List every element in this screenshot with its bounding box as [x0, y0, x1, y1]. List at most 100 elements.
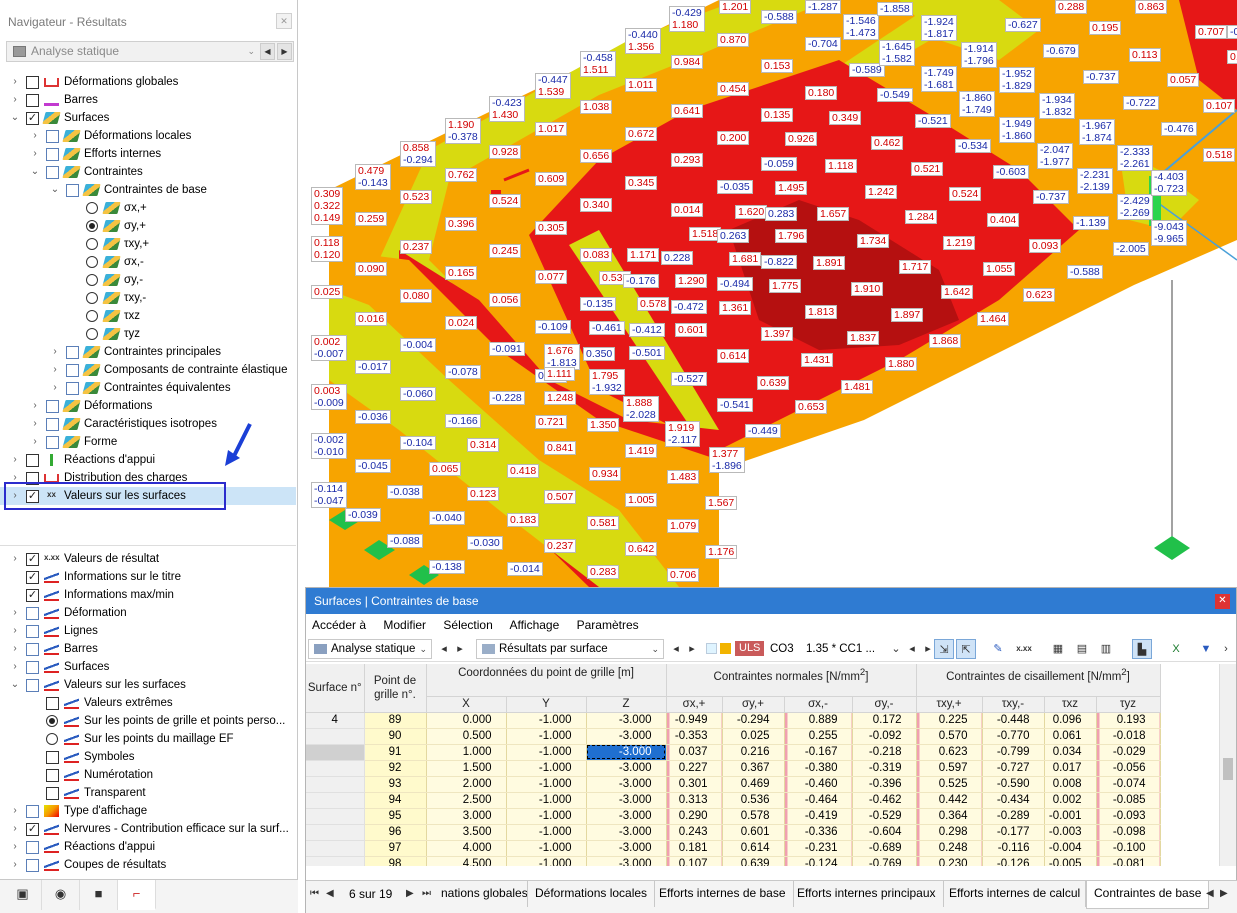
menu-item-settings[interactable]: Paramètres — [577, 618, 639, 632]
table-cell[interactable]: 91 — [364, 744, 427, 761]
tree-item[interactable]: σy,- — [0, 271, 296, 289]
last-page-icon[interactable]: ⏭ — [422, 888, 431, 899]
more-icon[interactable]: › — [1216, 639, 1236, 659]
checkbox[interactable] — [66, 364, 79, 377]
tab-global-deformations[interactable]: nations globales — [434, 881, 528, 907]
expand-icon[interactable]: › — [30, 397, 40, 415]
filter-icon[interactable]: ▼ — [1196, 639, 1216, 659]
table-cell[interactable]: -0.294 — [722, 712, 785, 729]
expand-icon[interactable]: › — [30, 415, 40, 433]
table-cell[interactable]: -1.000 — [506, 712, 587, 729]
menu-item-goto[interactable]: Accéder à — [312, 618, 366, 632]
checkbox[interactable] — [26, 76, 39, 89]
table-cell[interactable]: -1.000 — [506, 792, 587, 809]
checkbox[interactable]: ✓ — [26, 823, 39, 836]
tab-scroll-right-icon[interactable]: ▶ — [1220, 888, 1228, 899]
tree-item[interactable]: σy,+ — [0, 217, 296, 235]
checkbox[interactable] — [46, 166, 59, 179]
table-cell[interactable]: -0.231 — [784, 840, 853, 857]
table-cell[interactable]: -0.319 — [852, 760, 917, 777]
tree-item[interactable]: σx,+ — [0, 199, 296, 217]
tree-item[interactable]: σx,- — [0, 253, 296, 271]
tree-item[interactable]: ⌄ ✓ Surfaces — [0, 109, 296, 127]
next-icon[interactable]: ▸ — [682, 639, 702, 659]
tree-item[interactable]: › Déformation — [0, 604, 296, 622]
table-cell[interactable]: 0.255 — [784, 728, 853, 745]
table-cell[interactable]: 0.614 — [722, 840, 785, 857]
collapse-icon[interactable]: ⌄ — [50, 181, 60, 199]
radio-button[interactable] — [86, 292, 98, 304]
table-cell[interactable]: 0.000 — [426, 712, 507, 729]
filter-table-icon[interactable]: ▥ — [1096, 639, 1116, 659]
tree-item[interactable]: › ✓ Nervures - Contribution efficace sur l… — [0, 820, 296, 838]
checkbox[interactable] — [26, 625, 39, 638]
table-cell[interactable]: -3.000 — [586, 824, 667, 841]
scrollbar-thumb[interactable] — [1223, 758, 1233, 780]
select-multiple-icon[interactable]: ⇱ — [956, 639, 976, 659]
tree-item[interactable]: › Déformations — [0, 397, 296, 415]
table-cell[interactable]: -0.448 — [982, 712, 1045, 729]
table-cell[interactable]: 0.525 — [916, 776, 983, 793]
tree-item[interactable]: Symboles — [0, 748, 296, 766]
table-cell[interactable]: 0.290 — [666, 808, 723, 825]
table-cell[interactable]: -3.000 — [586, 856, 667, 866]
radio-button[interactable] — [46, 715, 58, 727]
combination-value[interactable]: 1.35 * CC1 ... — [806, 641, 875, 657]
table-cell[interactable]: -0.004 — [1044, 840, 1097, 857]
tab-principal-internal-forces[interactable]: Efforts internes principaux — [790, 881, 944, 907]
table-cell[interactable]: 0.107 — [666, 856, 723, 866]
table-cell[interactable]: 0.172 — [852, 712, 917, 729]
table-cell[interactable]: 90 — [364, 728, 427, 745]
checkbox[interactable] — [26, 859, 39, 872]
tab-local-deformations[interactable]: Déformations locales — [528, 881, 656, 907]
table-cell[interactable]: -0.949 — [666, 712, 723, 729]
table-row[interactable]: 97 4.000 -1.000 -3.000 0.181 0.614 -0.231 -0.68… — [306, 840, 1161, 857]
table-row[interactable]: 96 3.500 -1.000 -3.000 0.243 0.601 -0.336 -0.60… — [306, 824, 1161, 841]
first-page-icon[interactable]: ⏮ — [310, 888, 319, 899]
table-cell[interactable]: -3.000 — [586, 712, 667, 729]
table-cell[interactable]: -0.001 — [1044, 808, 1097, 825]
checkbox[interactable] — [26, 643, 39, 656]
table-cell[interactable]: -1.000 — [506, 728, 587, 745]
table-cell[interactable]: -0.336 — [784, 824, 853, 841]
tree-item[interactable]: › Contraintes principales — [0, 343, 296, 361]
table-row[interactable]: 98 4.500 -1.000 -3.000 0.107 0.639 -0.124 -0.76… — [306, 856, 1161, 866]
expand-icon[interactable]: › — [50, 361, 60, 379]
table-cell[interactable]: -0.464 — [784, 792, 853, 809]
table-cell[interactable]: -0.093 — [1096, 808, 1161, 825]
views-tab-icon[interactable]: ■ — [80, 880, 118, 910]
menu-item-view[interactable]: Affichage — [509, 618, 559, 632]
tab-scroll-left-icon[interactable]: ◀ — [1206, 888, 1214, 899]
expand-icon[interactable]: › — [10, 622, 20, 640]
collapse-icon[interactable]: ⌄ — [30, 163, 40, 181]
checkbox[interactable] — [46, 697, 59, 710]
analysis-type-select[interactable]: Analyse statique ⌄ — [308, 639, 432, 659]
table-cell[interactable]: 0.193 — [1096, 712, 1161, 729]
table-row[interactable]: 4 89 0.000 -1.000 -3.000 -0.949 -0.294 0.889 0.1… — [306, 712, 1161, 729]
surface-cell[interactable] — [306, 856, 365, 866]
table-cell[interactable]: -0.769 — [852, 856, 917, 866]
checkbox[interactable] — [26, 805, 39, 818]
close-icon[interactable]: ✕ — [1215, 594, 1230, 609]
table-cell[interactable]: 0.889 — [784, 712, 853, 729]
expand-icon[interactable]: › — [30, 127, 40, 145]
table-cell[interactable]: -0.727 — [982, 760, 1045, 777]
table-cell[interactable]: -0.098 — [1096, 824, 1161, 841]
table-cell[interactable]: -3.000 — [586, 808, 667, 825]
table-cell[interactable]: 97 — [364, 840, 427, 857]
table-cell[interactable]: -3.000 — [586, 792, 667, 809]
tree-item[interactable]: › Coupes de résultats — [0, 856, 296, 874]
tree-item[interactable]: ✓ Informations max/min — [0, 586, 296, 604]
table-cell[interactable]: -0.177 — [982, 824, 1045, 841]
collapse-icon[interactable]: ⌄ — [10, 109, 20, 127]
table-cell[interactable]: -0.419 — [784, 808, 853, 825]
tree-item[interactable]: τxy,+ — [0, 235, 296, 253]
expand-icon[interactable]: › — [10, 658, 20, 676]
tab-basic-stresses[interactable]: Contraintes de base — [1086, 881, 1210, 909]
expand-icon[interactable]: › — [10, 550, 20, 568]
radio-button[interactable] — [86, 220, 98, 232]
table-cell[interactable]: 0.096 — [1044, 712, 1097, 729]
table-cell[interactable]: -0.085 — [1096, 792, 1161, 809]
navigator-close-icon[interactable]: ✕ — [276, 13, 292, 29]
table-cell[interactable]: -0.092 — [852, 728, 917, 745]
